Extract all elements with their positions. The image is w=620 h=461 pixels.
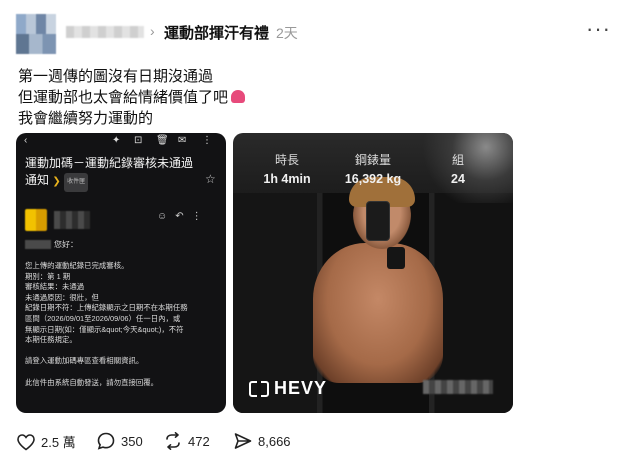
- heart-eyes-emoji-icon: [231, 90, 246, 103]
- inbox-badge: 收件匣: [64, 173, 89, 192]
- like-button[interactable]: 2.5 萬: [17, 432, 76, 451]
- more-vertical-icon: ⋮: [191, 211, 202, 222]
- post-text-line: 我會繼續努力運動的: [18, 110, 154, 127]
- comment-button[interactable]: 350: [97, 432, 143, 450]
- comment-icon: [97, 432, 115, 450]
- email-body-line: 您上傳的運動紀錄已完成審核。: [25, 261, 129, 270]
- email-body-line: 本期任務規定。: [25, 335, 77, 345]
- heart-icon: [17, 434, 35, 451]
- mail-icon: ✉: [178, 135, 187, 146]
- email-body-line: 審核結果：未通過: [25, 282, 85, 292]
- sender-name-redacted: [54, 211, 90, 229]
- recipient-redacted: [25, 240, 51, 249]
- post-text-line-content: 但運動部也太會給情緒價值了吧: [18, 89, 229, 106]
- star-icon: ☆: [205, 172, 216, 186]
- sender-avatar: [25, 209, 47, 231]
- threads-post: › 運動部揮汗有禮 2天 ··· 第一週傳的圖沒有日期沒通過 但運動部也太會給情…: [0, 0, 620, 461]
- share-button[interactable]: 8,666: [234, 432, 291, 450]
- repost-icon: [166, 432, 180, 450]
- trash-icon: 🗑: [156, 135, 169, 146]
- back-icon: ‹: [24, 135, 28, 146]
- email-body-line: 期別：第 1 期: [25, 271, 71, 281]
- stat-label: 組: [451, 153, 464, 167]
- email-body-line: 區間（2026/09/01至2026/09/06）任一日內，或: [25, 313, 181, 323]
- hevy-logo-icon: [249, 381, 269, 397]
- stat-value: 24: [451, 172, 465, 186]
- important-marker-icon: ❯: [52, 176, 61, 187]
- stat-value: 16,392 kg: [344, 172, 402, 186]
- post-text-line: 第一週傳的圖沒有日期沒通過: [18, 68, 214, 85]
- chevron-right-icon: ›: [150, 23, 155, 39]
- email-actions: ☺ ↶ ⋮: [157, 211, 210, 222]
- reply-icon: ↶: [175, 211, 184, 222]
- email-body-line: 未通過原因：很壯，但: [25, 292, 99, 302]
- email-body: 您上傳的運動紀錄已完成審核。 期別：第 1 期 審核結果：未通過 未通過原因：很…: [25, 261, 221, 388]
- stat-volume: 鋼錶量 16,392 kg: [335, 151, 411, 186]
- post-time: 2天: [276, 25, 298, 41]
- email-body-line: 紀錄日期不符：上傳紀錄顯示之日期不在本期任務: [25, 303, 188, 313]
- email-subject-line: 運動加碼－運動紀錄審核未通過: [25, 156, 194, 170]
- share-count: 8,666: [258, 434, 291, 449]
- workout-stats: 時長 1h 4min 鋼錶量 16,392 kg 組 24: [233, 151, 513, 191]
- hevy-brand-text: HEVY: [274, 378, 328, 398]
- email-subject: 運動加碼－運動紀錄審核未通過 通知 ❯ 收件匣: [25, 155, 201, 192]
- repost-count: 472: [188, 434, 210, 449]
- topic-tag[interactable]: 運動部揮汗有禮: [164, 22, 269, 43]
- archive-icon: ⊡: [134, 135, 143, 146]
- stat-label: 時長: [274, 153, 299, 167]
- stat-sets: 組 24: [443, 151, 473, 186]
- more-vertical-icon: ⋮: [202, 135, 212, 146]
- sparkle-icon: ✦: [112, 135, 121, 146]
- person-torso: [313, 243, 443, 383]
- ellipsis-icon[interactable]: ···: [586, 16, 611, 42]
- stat-value: 1h 4min: [263, 172, 311, 186]
- repost-button[interactable]: 472: [164, 432, 210, 450]
- workout-photo-image[interactable]: 時長 1h 4min 鋼錶量 16,392 kg 組 24 HEVY: [233, 133, 513, 413]
- email-body-line: 此信件由系統自動發送，請勿直接回覆。: [25, 377, 159, 387]
- post-text: 第一週傳的圖沒有日期沒通過 但運動部也太會給情緒價值了吧 我會繼續努力運動的: [18, 66, 246, 129]
- username-redacted: [423, 380, 493, 394]
- avatar[interactable]: [16, 14, 56, 54]
- send-icon: [234, 433, 252, 449]
- phone-in-hand: [366, 201, 390, 241]
- username-redacted[interactable]: [66, 26, 144, 38]
- hevy-logo: HEVY: [249, 378, 327, 399]
- email-screenshot-image[interactable]: ‹ ✦ ⊡ 🗑 ✉ ⋮ 運動加碼－運動紀錄審核未通過 通知 ❯ 收件匣 ☆ ☺ ↶…: [16, 133, 226, 413]
- like-count: 2.5 萬: [41, 435, 76, 450]
- email-greeting: 您好：: [54, 240, 78, 249]
- wrist-wrap: [387, 247, 405, 269]
- email-subject-line: 通知: [25, 173, 50, 187]
- email-body-line: 無顯示日期(如：僅顯示&quot;今天&quot;)，不符: [25, 324, 184, 334]
- stat-duration: 時長 1h 4min: [257, 151, 317, 186]
- email-toolbar: ‹ ✦ ⊡ 🗑 ✉ ⋮: [16, 135, 226, 149]
- emoji-icon: ☺: [157, 211, 168, 222]
- stat-label: 鋼錶量: [354, 153, 391, 167]
- comment-count: 350: [121, 434, 143, 449]
- email-body-line: 請登入運動加碼專區查看相關資訊。: [25, 356, 144, 366]
- post-text-line: 但運動部也太會給情緒價值了吧: [18, 87, 246, 108]
